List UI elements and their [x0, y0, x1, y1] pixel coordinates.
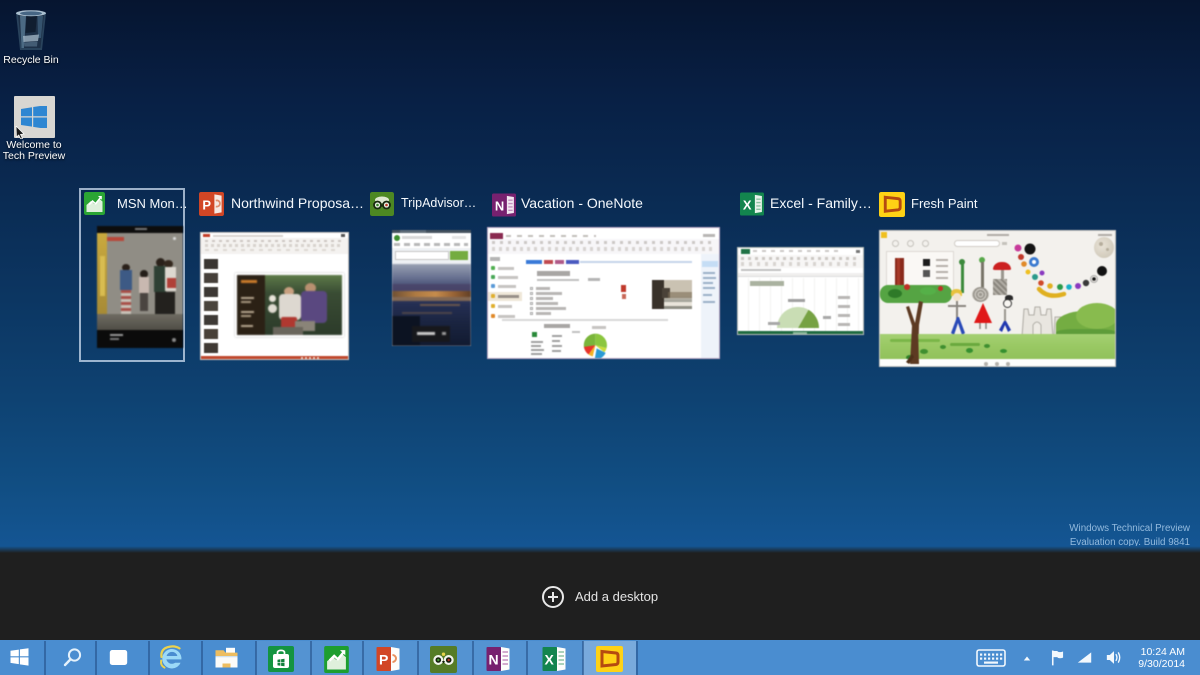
svg-text:P: P: [379, 652, 388, 668]
svg-text:X: X: [743, 197, 752, 212]
svg-text:P: P: [202, 197, 211, 212]
svg-text:X: X: [545, 652, 555, 668]
svg-text:N: N: [489, 652, 499, 668]
svg-text:N: N: [495, 198, 504, 213]
